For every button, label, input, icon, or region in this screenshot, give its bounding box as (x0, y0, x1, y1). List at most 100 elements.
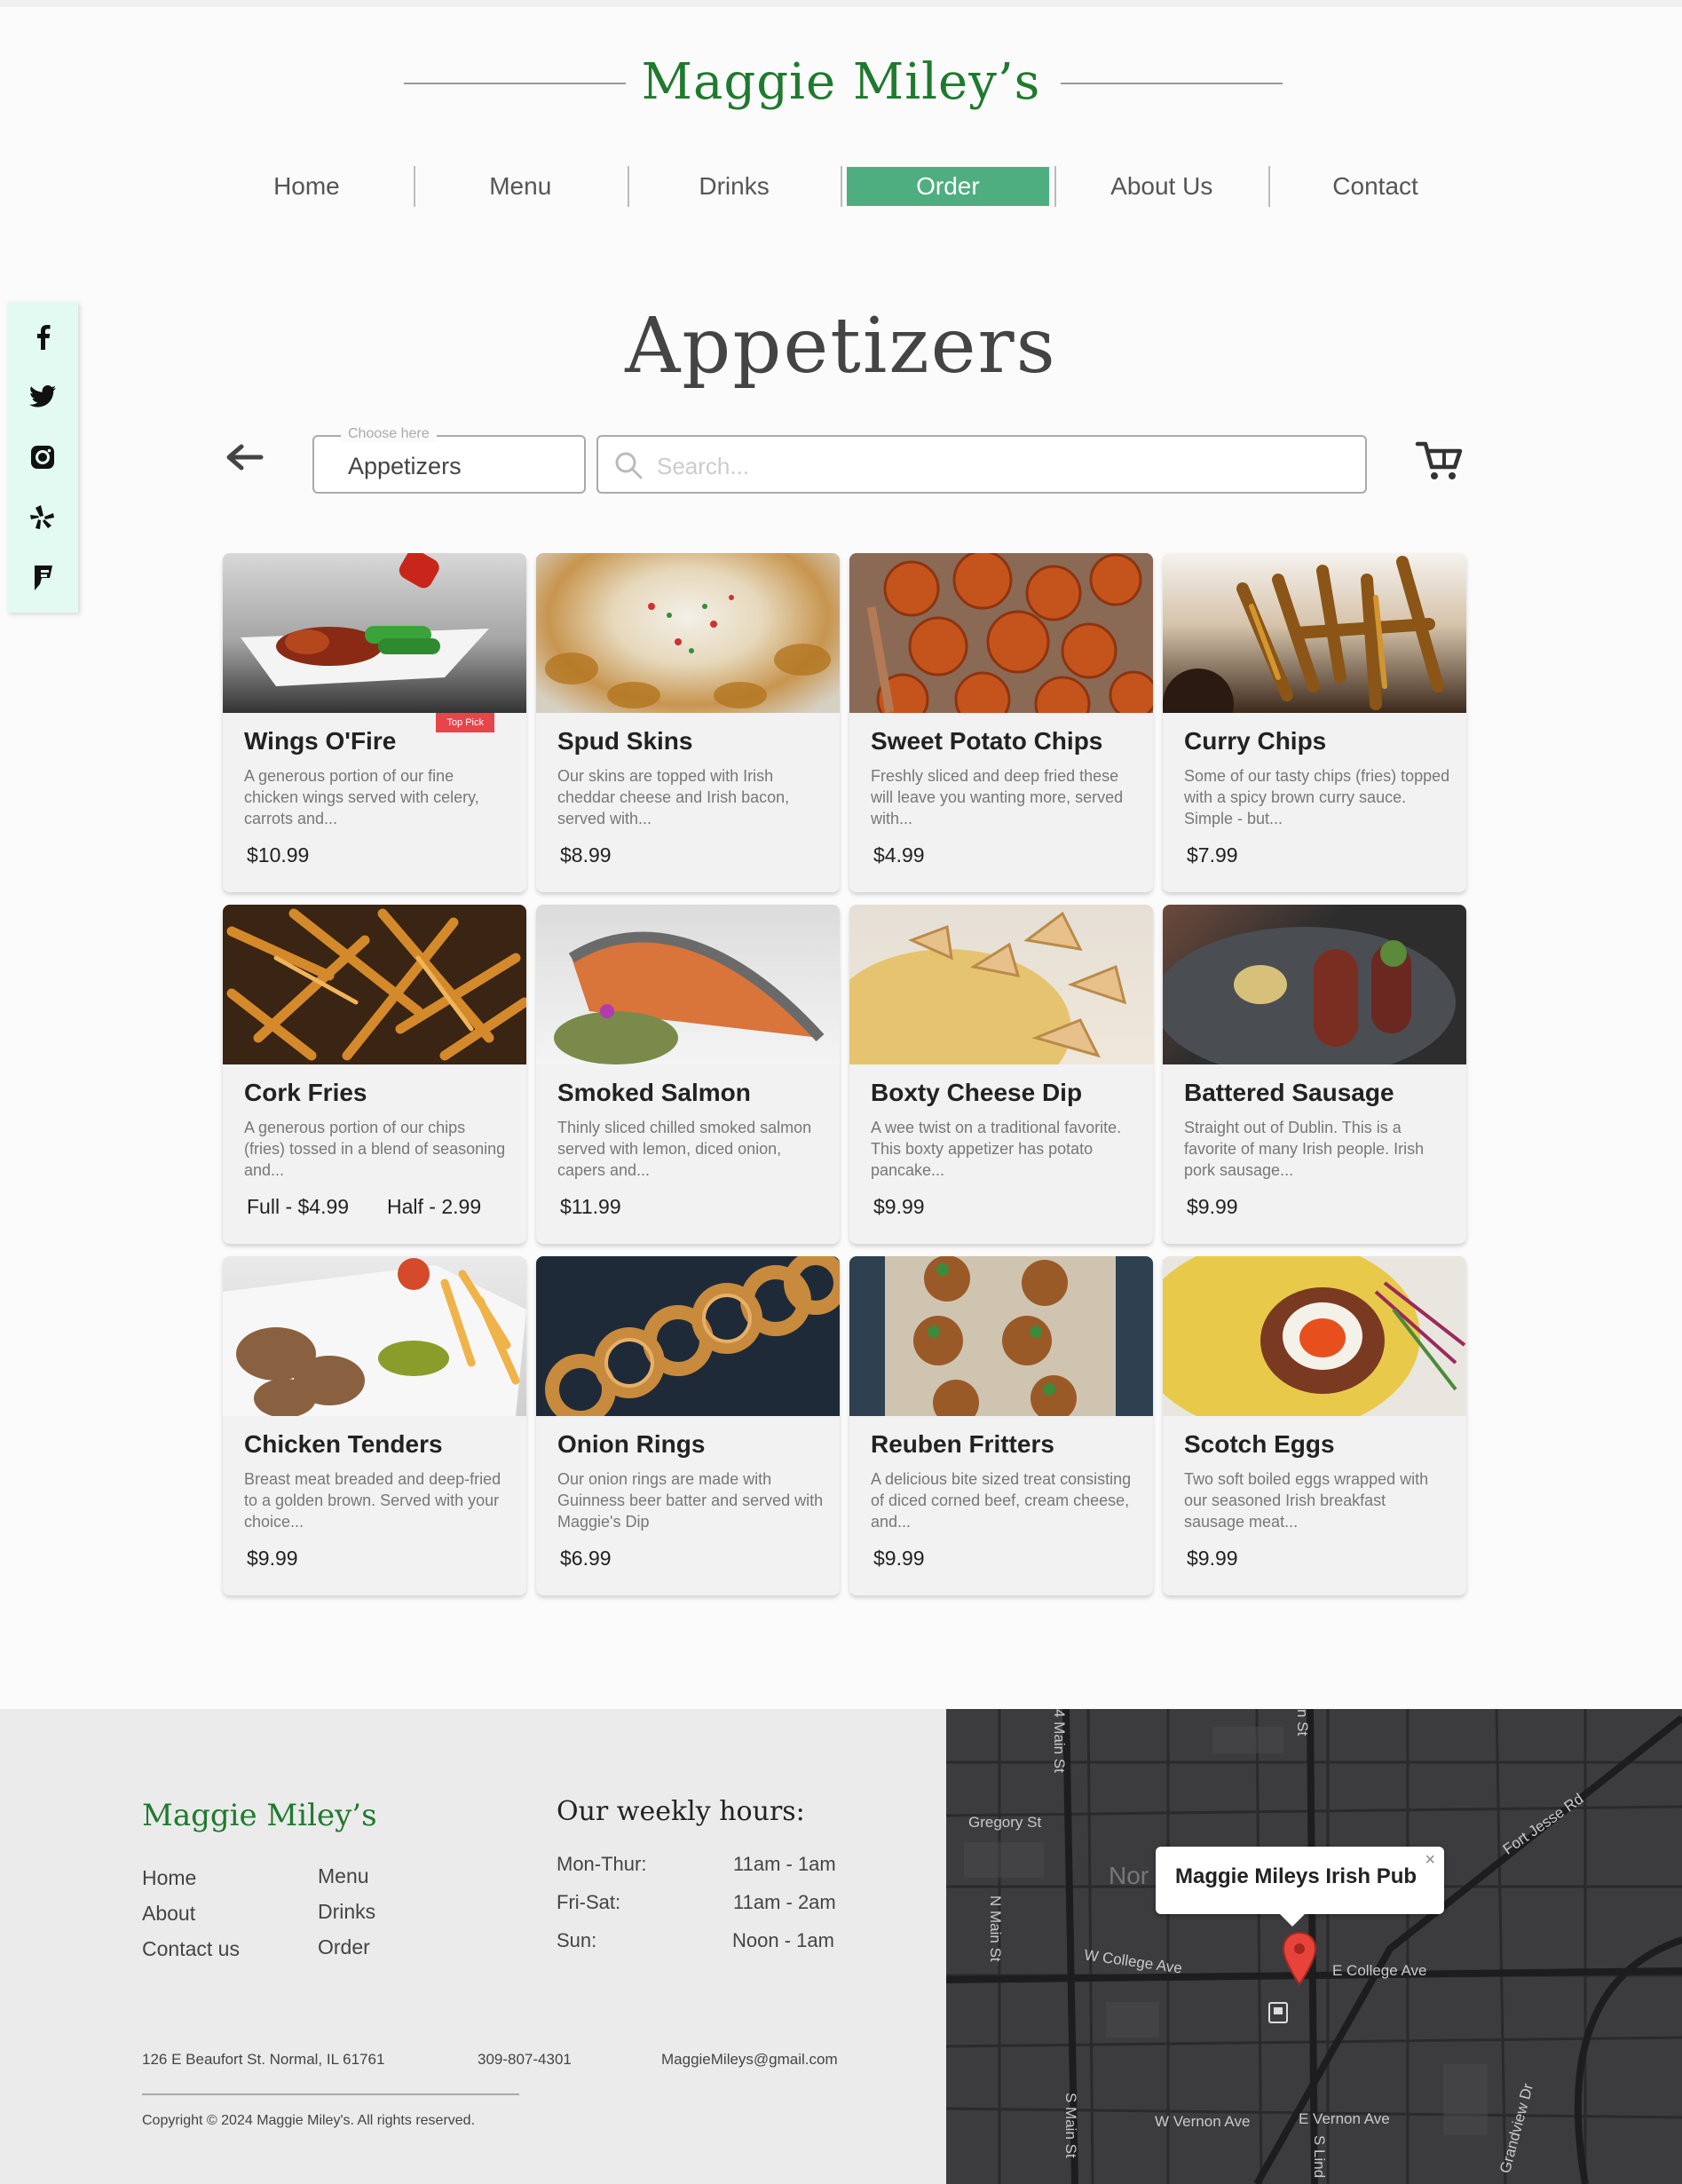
nav-menu[interactable]: Menu (413, 164, 628, 209)
footer-brand[interactable]: Maggie Miley’s (142, 1798, 377, 1833)
footer-link-home[interactable]: Home (142, 1866, 196, 1890)
item-price: $9.99 (247, 1547, 298, 1570)
item-price: $10.99 (247, 843, 310, 866)
map-info-popup: Maggie Mileys Irish Pub × (1156, 1847, 1444, 1927)
item-name: Sweet Potato Chips (871, 727, 1103, 755)
brand-area: Maggie Miley’s (0, 53, 1682, 115)
item-price: $9.99 (1187, 1547, 1238, 1570)
food-image (536, 553, 840, 713)
instagram-icon[interactable] (28, 442, 58, 472)
item-description: A generous portion of our fine chicken w… (244, 767, 479, 827)
item-price: $8.99 (560, 843, 612, 866)
footer-link-contact-us[interactable]: Contact us (142, 1937, 240, 1961)
item-name: Boxty Cheese Dip (871, 1079, 1083, 1106)
nav-about-us-label: About Us (1110, 172, 1213, 200)
hours-day: Sun: (557, 1929, 597, 1951)
menu-card-boxty-cheese-dip[interactable]: Boxty Cheese Dip A wee twist on a tradit… (849, 905, 1153, 1244)
menu-grid: Top Pick Wings O'Fire A generous portion… (223, 553, 1468, 1595)
menu-card-wings-ofire[interactable]: Top Pick Wings O'Fire A generous portion… (223, 553, 526, 892)
item-description: Our skins are topped with Irish cheddar … (557, 767, 790, 827)
category-select[interactable]: Choose here Appetizers (312, 426, 586, 494)
map-city-label: Nor (1109, 1862, 1149, 1889)
food-image (536, 1256, 840, 1416)
top-pick-badge: Top Pick (436, 713, 494, 732)
footer-link-order[interactable]: Order (318, 1935, 370, 1959)
item-price: $11.99 (560, 1195, 621, 1218)
footer-divider (142, 2093, 519, 2095)
menu-card-battered-sausage[interactable]: Battered Sausage Straight out of Dublin.… (1163, 905, 1466, 1244)
brand-logo[interactable]: Maggie Miley’s (0, 53, 1682, 111)
category-select-label: Choose here (341, 426, 437, 442)
hours-time: 11am - 2am (733, 1891, 836, 1913)
food-image (1163, 1256, 1466, 1416)
search-input[interactable] (655, 447, 1333, 485)
nav-order-label: Order (846, 167, 1049, 206)
food-image (849, 553, 1153, 713)
hours-time: 11am - 1am (733, 1853, 836, 1875)
menu-card-scotch-eggs[interactable]: Scotch Eggs Two soft boiled eggs wrapped… (1163, 1256, 1466, 1595)
search-box (596, 435, 1367, 494)
item-description: Some of our tasty chips (fries) topped w… (1184, 767, 1450, 827)
food-image (536, 905, 840, 1064)
footer-email[interactable]: MaggieMileys@gmail.com (661, 2051, 838, 2069)
menu-card-reuben-fritters[interactable]: Reuben Fritters A delicious bite sized t… (849, 1256, 1153, 1595)
nav-drinks-label: Drinks (699, 172, 770, 200)
footer-link-about[interactable]: About (142, 1902, 195, 1926)
map-pin-icon[interactable] (1282, 1931, 1317, 1986)
food-image (223, 905, 526, 1064)
nav-contact[interactable]: Contact (1268, 164, 1482, 209)
item-price: $9.99 (1187, 1195, 1238, 1218)
page-title: Appetizers (625, 302, 1057, 391)
item-price-half: Half - 2.99 (387, 1195, 482, 1218)
item-name: Wings O'Fire (244, 727, 397, 755)
cart-icon[interactable] (1413, 437, 1465, 483)
item-name: Cork Fries (244, 1079, 367, 1106)
menu-card-onion-rings[interactable]: Onion Rings Our onion rings are made wit… (536, 1256, 840, 1595)
nav-drinks[interactable]: Drinks (627, 164, 841, 209)
street-label: n St (1294, 1709, 1311, 1737)
search-icon (612, 449, 644, 481)
location-map[interactable]: Gregory St N Main St Fort Jesse Rd W Col… (946, 1709, 1682, 2184)
hours-day: Fri-Sat: (557, 1891, 621, 1913)
food-image (223, 1256, 526, 1416)
footer-link-drinks[interactable]: Drinks (318, 1900, 375, 1924)
item-name: Chicken Tenders (244, 1430, 443, 1458)
close-icon[interactable]: × (1425, 1850, 1435, 1871)
footer-phone[interactable]: 309-807-4301 (478, 2051, 572, 2069)
food-image (1163, 905, 1466, 1064)
back-arrow-icon[interactable] (222, 439, 266, 475)
item-name: Curry Chips (1184, 727, 1327, 755)
item-name: Battered Sausage (1184, 1079, 1394, 1106)
menu-card-curry-chips[interactable]: Curry Chips Some of our tasty chips (fri… (1163, 553, 1466, 892)
item-price: $4.99 (873, 843, 925, 866)
nav-about-us[interactable]: About Us (1054, 164, 1268, 209)
nav-home[interactable]: Home (200, 164, 414, 209)
item-name: Onion Rings (557, 1430, 706, 1458)
menu-card-sweet-potato-chips[interactable]: Sweet Potato Chips Freshly sliced and de… (849, 553, 1153, 892)
item-price-full: Full - $4.99 (247, 1195, 350, 1218)
menu-card-chicken-tenders[interactable]: Chicken Tenders Breast meat breaded and … (223, 1256, 526, 1595)
street-label: 4 Main St (1051, 1709, 1068, 1773)
street-label: S Lind (1311, 2135, 1328, 2179)
menu-card-spud-skins[interactable]: Spud Skins Our skins are topped with Iri… (536, 553, 840, 892)
item-price: $9.99 (873, 1195, 925, 1218)
food-image (849, 905, 1153, 1064)
item-description: Our onion rings are made with Guinness b… (557, 1470, 824, 1531)
street-label: Gregory St (968, 1814, 1042, 1831)
menu-card-cork-fries[interactable]: Cork Fries A generous portion of our chi… (223, 905, 526, 1244)
item-description: A wee twist on a traditional favorite. T… (871, 1119, 1122, 1179)
menu-card-smoked-salmon[interactable]: Smoked Salmon Thinly sliced chilled smok… (536, 905, 840, 1244)
item-description: A delicious bite sized treat consisting … (871, 1470, 1132, 1531)
item-price: $7.99 (1187, 843, 1238, 866)
nav-order[interactable]: Order (841, 164, 1054, 209)
nav-contact-label: Contact (1332, 172, 1418, 200)
foursquare-icon[interactable] (28, 563, 58, 593)
street-label: S Main St (1062, 2093, 1079, 2158)
footer-address: 126 E Beaufort St. Normal, IL 61761 (142, 2051, 385, 2068)
item-description: Thinly sliced chilled smoked salmon serv… (557, 1119, 812, 1179)
footer-link-menu[interactable]: Menu (318, 1864, 369, 1888)
item-description: Freshly sliced and deep fried these will… (871, 767, 1124, 827)
yelp-icon[interactable] (28, 502, 58, 533)
copyright: Copyright © 2024 Maggie Miley's. All rig… (142, 2113, 476, 2128)
item-name: Scotch Eggs (1184, 1430, 1335, 1458)
